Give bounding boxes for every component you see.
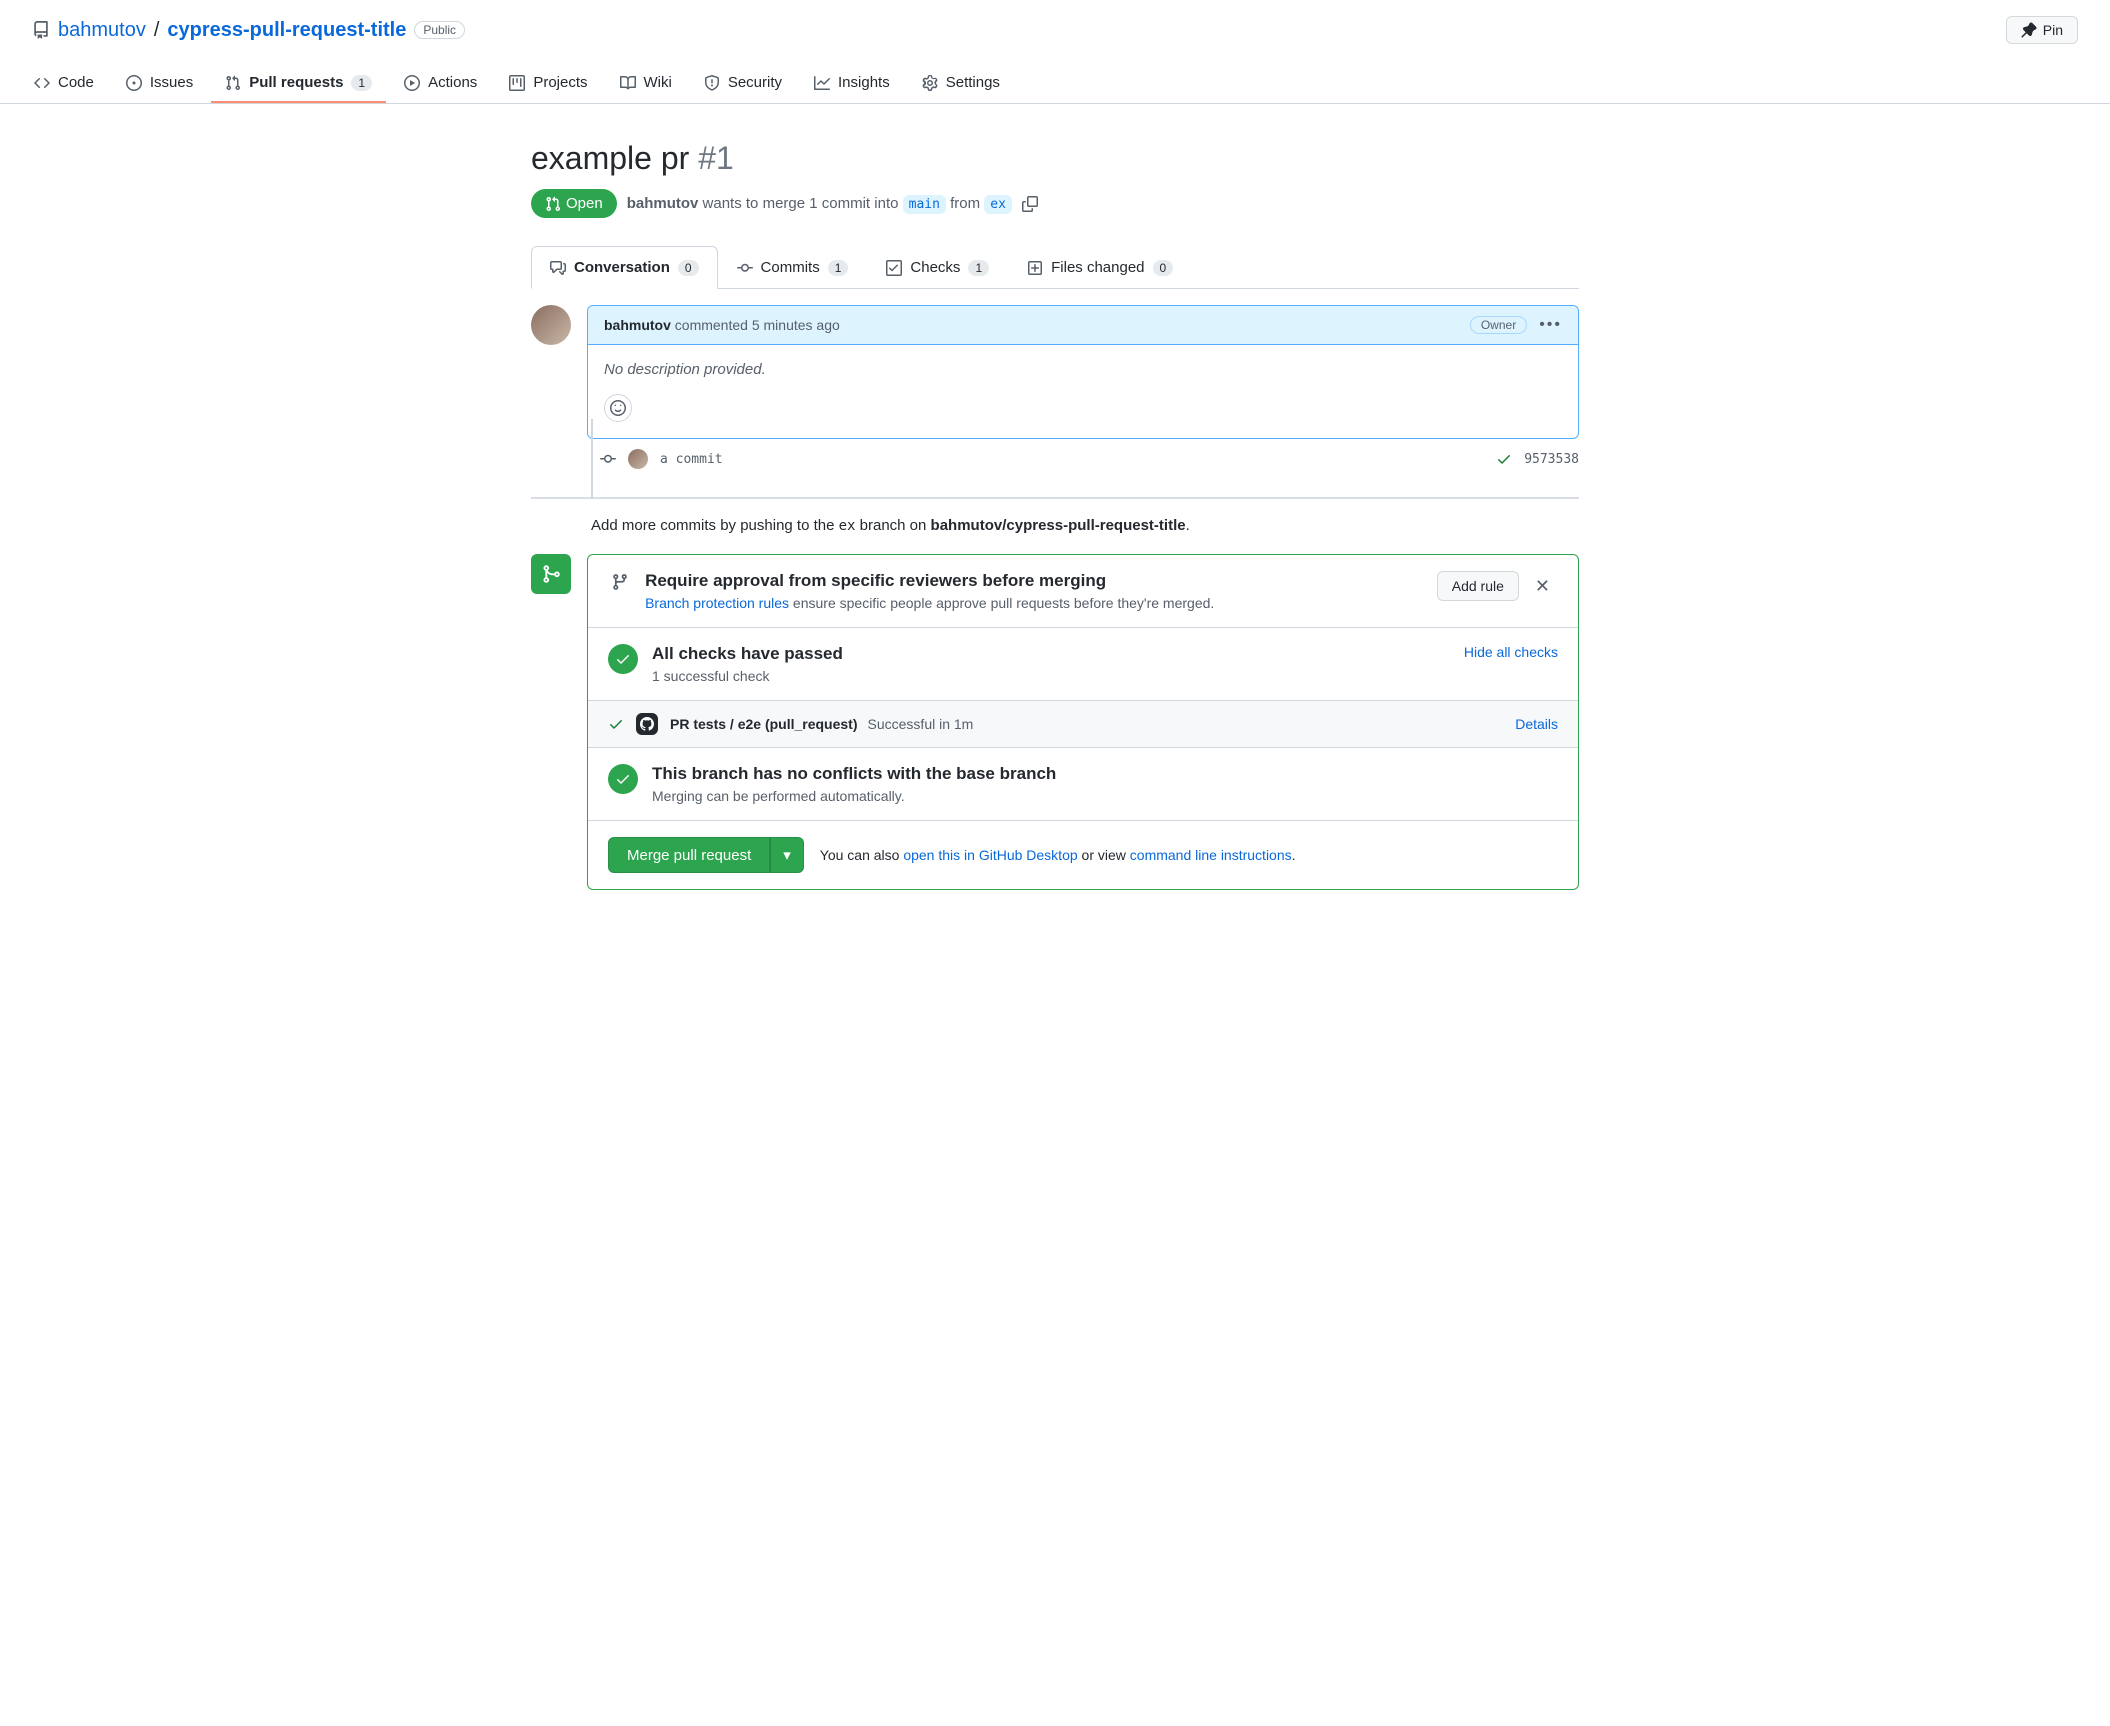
mini-avatar[interactable]: [628, 449, 648, 469]
nav-settings[interactable]: Settings: [908, 64, 1014, 103]
repo-icon: [32, 21, 50, 39]
tab-checks[interactable]: Checks1: [867, 246, 1008, 288]
check-run-status: Successful in 1m: [868, 716, 974, 732]
add-rule-button[interactable]: Add rule: [1437, 571, 1519, 601]
push-hint: Add more commits by pushing to the ex br…: [591, 517, 1579, 534]
actions-icon: [404, 75, 420, 91]
check-circle-icon: [608, 644, 638, 674]
merge-status-badge: [531, 554, 571, 594]
pin-icon: [2021, 22, 2037, 38]
tab-files-changed[interactable]: Files changed0: [1008, 246, 1192, 288]
git-merge-icon: [541, 564, 561, 584]
avatar[interactable]: [531, 305, 571, 345]
pr-icon: [225, 75, 241, 91]
issues-icon: [126, 75, 142, 91]
checks-subtitle: 1 successful check: [652, 668, 843, 684]
security-icon: [704, 75, 720, 91]
repo-nav: Code Issues Pull requests1 Actions Proje…: [0, 64, 2110, 104]
commit-message[interactable]: a commit: [660, 452, 1484, 467]
kebab-icon[interactable]: •••: [1539, 316, 1562, 334]
base-branch[interactable]: main: [903, 195, 946, 214]
check-icon[interactable]: [1496, 451, 1512, 467]
smiley-icon: [610, 400, 626, 416]
check-circle-icon: [608, 764, 638, 794]
tab-commits[interactable]: Commits1: [718, 246, 868, 288]
comment-box: bahmutov commented 5 minutes ago Owner •…: [587, 305, 1579, 439]
nav-projects[interactable]: Projects: [495, 64, 601, 103]
repo-name-link[interactable]: cypress-pull-request-title: [167, 19, 406, 42]
branch-icon: [608, 573, 631, 591]
repo-path: bahmutov / cypress-pull-request-title Pu…: [32, 19, 465, 42]
branch-protection-section: Require approval from specific reviewers…: [588, 555, 1578, 628]
check-icon: [608, 716, 624, 732]
checks-summary-section: All checks have passed 1 successful chec…: [588, 628, 1578, 701]
conversation-icon: [550, 260, 566, 276]
pr-state-icon: [545, 196, 561, 212]
owner-badge: Owner: [1470, 316, 1527, 334]
head-branch[interactable]: ex: [984, 195, 1012, 214]
pr-title: example pr #1: [531, 140, 1579, 177]
code-icon: [34, 75, 50, 91]
conflicts-section: This branch has no conflicts with the ba…: [588, 748, 1578, 821]
branch-protection-link[interactable]: Branch protection rules: [645, 595, 789, 611]
insights-icon: [814, 75, 830, 91]
cli-instructions-link[interactable]: command line instructions: [1130, 847, 1292, 863]
hide-checks-link[interactable]: Hide all checks: [1464, 644, 1558, 660]
protection-title: Require approval from specific reviewers…: [645, 571, 1214, 591]
merge-dropdown-button[interactable]: ▾: [770, 837, 804, 873]
nav-issues[interactable]: Issues: [112, 64, 207, 103]
tab-conversation[interactable]: Conversation0: [531, 246, 718, 289]
nav-security[interactable]: Security: [690, 64, 796, 103]
open-desktop-link[interactable]: open this in GitHub Desktop: [903, 847, 1077, 863]
pr-author[interactable]: bahmutov: [627, 195, 699, 212]
checks-title: All checks have passed: [652, 644, 843, 664]
nav-wiki[interactable]: Wiki: [606, 64, 686, 103]
visibility-badge: Public: [414, 21, 465, 39]
divider: [531, 497, 1579, 499]
commit-sha[interactable]: 9573538: [1524, 452, 1579, 467]
pin-button[interactable]: Pin: [2006, 16, 2078, 44]
comment-body: No description provided.: [588, 345, 1578, 394]
wiki-icon: [620, 75, 636, 91]
check-run-row: PR tests / e2e (pull_request) Successful…: [588, 701, 1578, 748]
nav-pull-requests[interactable]: Pull requests1: [211, 64, 386, 103]
copy-icon[interactable]: [1022, 196, 1038, 212]
close-icon[interactable]: ✕: [1527, 572, 1558, 601]
checks-icon: [886, 260, 902, 276]
nav-code[interactable]: Code: [20, 64, 108, 103]
settings-icon: [922, 75, 938, 91]
check-details-link[interactable]: Details: [1515, 716, 1558, 732]
commit-dot-icon: [600, 449, 616, 469]
pr-state-badge: Open: [531, 189, 617, 218]
files-icon: [1027, 260, 1043, 276]
add-reaction-button[interactable]: [604, 394, 632, 422]
conflicts-subtitle: Merging can be performed automatically.: [652, 788, 1056, 804]
nav-insights[interactable]: Insights: [800, 64, 904, 103]
github-logo-icon: [636, 713, 658, 735]
caret-down-icon: ▾: [783, 847, 791, 864]
comment-time[interactable]: 5 minutes ago: [752, 317, 840, 333]
projects-icon: [509, 75, 525, 91]
repo-owner-link[interactable]: bahmutov: [58, 19, 146, 42]
merge-button[interactable]: Merge pull request: [608, 837, 770, 873]
check-run-name[interactable]: PR tests / e2e (pull_request): [670, 716, 858, 732]
commit-row: a commit 9573538: [591, 439, 1579, 479]
conflicts-title: This branch has no conflicts with the ba…: [652, 764, 1056, 784]
comment-author[interactable]: bahmutov: [604, 317, 671, 333]
nav-actions[interactable]: Actions: [390, 64, 491, 103]
merge-action-section: Merge pull request ▾ You can also open t…: [588, 821, 1578, 889]
commits-icon: [737, 260, 753, 276]
